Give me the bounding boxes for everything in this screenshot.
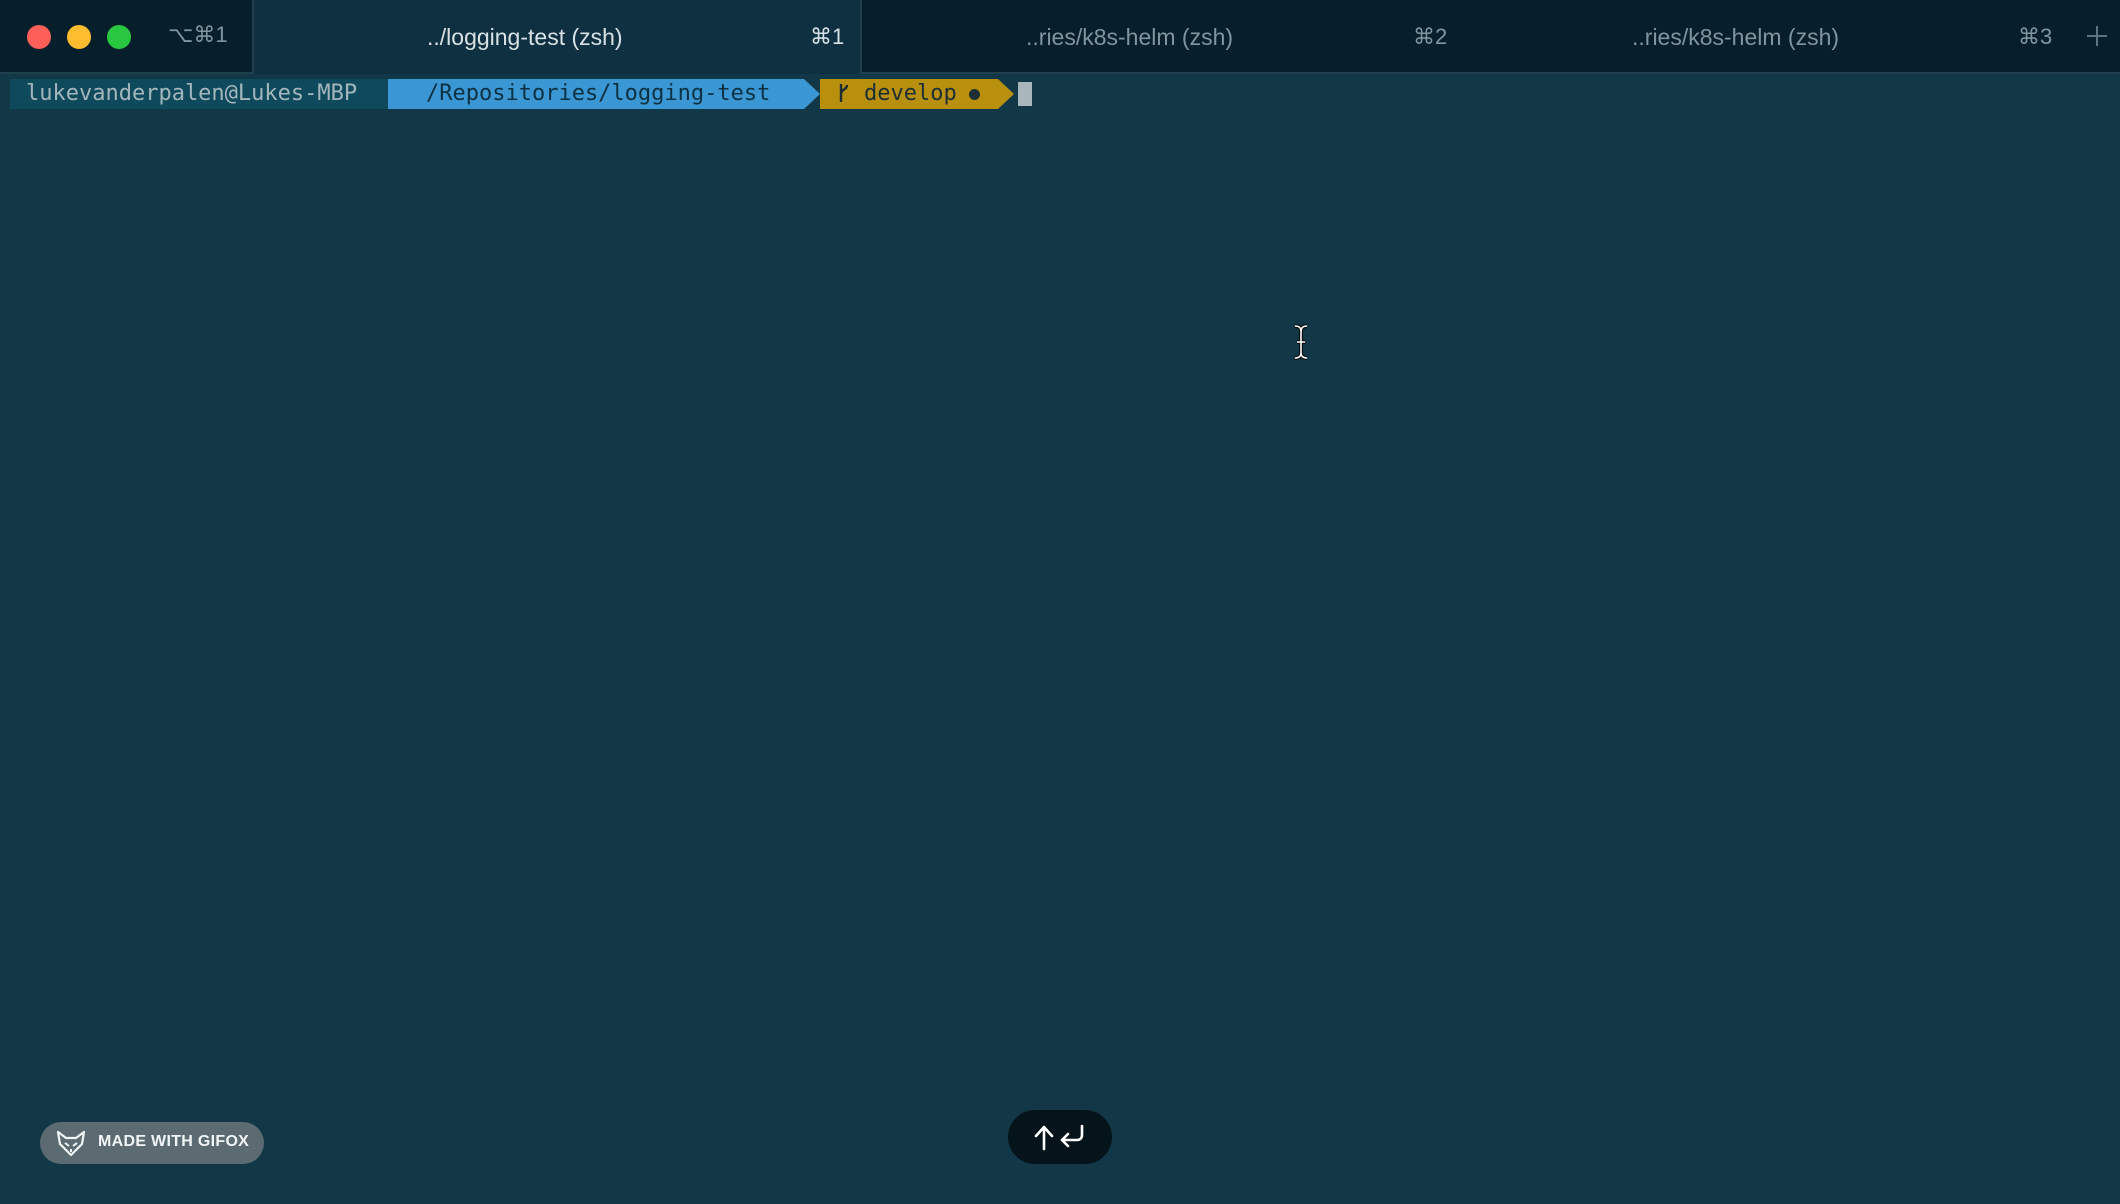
- terminal-cursor: [1018, 82, 1032, 106]
- gifox-logo-icon: [56, 1130, 86, 1157]
- tab-logging-test[interactable]: ../logging-test (zsh) ⌘1: [252, 0, 862, 74]
- prompt-user-host: lukevanderpalen@Lukes-MBP: [10, 79, 388, 109]
- tab-title: ..ries/k8s-helm (zsh): [1632, 24, 1840, 50]
- tab-shortcut: ⌘3: [2018, 24, 2053, 49]
- close-window-button[interactable]: [27, 25, 51, 49]
- git-branch-name: develop: [864, 81, 957, 106]
- dirty-dot-icon: [968, 88, 980, 100]
- prompt-git-segment: develop: [822, 79, 998, 109]
- gifox-watermark-badge: MADE WITH GIFOX: [40, 1122, 264, 1164]
- gifox-label: MADE WITH GIFOX: [98, 1133, 250, 1150]
- minimize-window-button[interactable]: [67, 25, 91, 49]
- tab-title: ../logging-test (zsh): [427, 24, 623, 50]
- prompt-path: /Repositories/logging-test: [388, 79, 804, 109]
- plus-icon: [2087, 26, 2107, 46]
- tab-shortcut: ⌘1: [810, 24, 845, 49]
- prompt-separator-icon: [998, 79, 1014, 109]
- text-cursor-icon: [1294, 324, 1308, 360]
- arrow-up-icon: [1034, 1125, 1054, 1151]
- key-hint-overlay: [1008, 1110, 1112, 1164]
- maximize-window-button[interactable]: [107, 25, 131, 49]
- tab-k8s-helm-2[interactable]: ..ries/k8s-helm (zsh) ⌘3: [1464, 0, 2074, 74]
- prompt-separator-icon: [804, 79, 820, 109]
- return-icon: [1060, 1124, 1084, 1148]
- git-branch-icon: [839, 84, 849, 102]
- tab-k8s-helm-1[interactable]: ..ries/k8s-helm (zsh) ⌘2: [862, 0, 1464, 74]
- new-tab-button[interactable]: [2080, 16, 2114, 56]
- title-bar: ⌥⌘1 ../logging-test (zsh) ⌘1 ..ries/k8s-…: [0, 0, 2120, 74]
- tab-shortcut: ⌘2: [1413, 24, 1448, 49]
- window-shortcut-label: ⌥⌘1: [168, 22, 228, 47]
- tab-title: ..ries/k8s-helm (zsh): [1026, 24, 1234, 50]
